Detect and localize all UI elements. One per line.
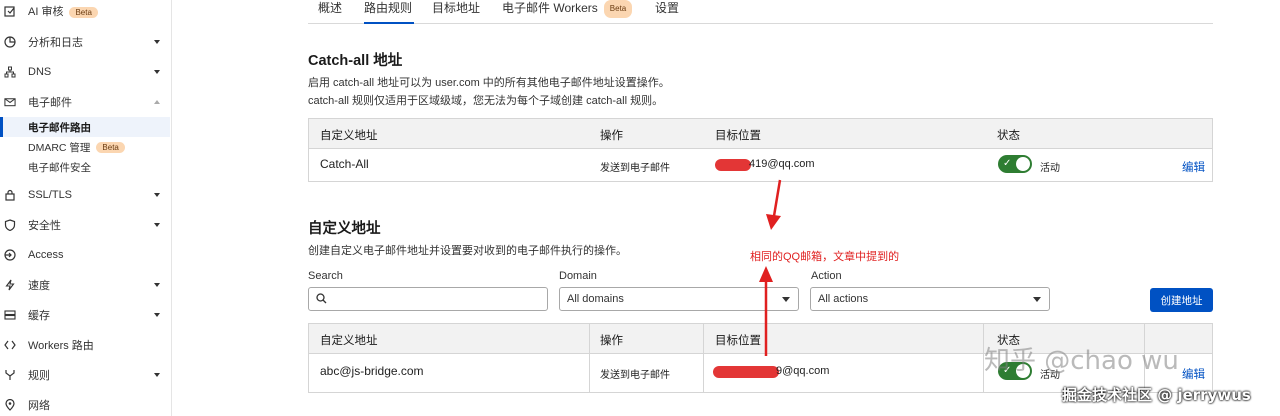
juejin-watermark: 掘金技术社区 @ jerrywus bbox=[1062, 386, 1251, 404]
annotation-text: 相同的QQ邮箱，文章中提到的 bbox=[750, 251, 900, 263]
zhihu-watermark: 知乎 @chao wu bbox=[984, 346, 1179, 376]
